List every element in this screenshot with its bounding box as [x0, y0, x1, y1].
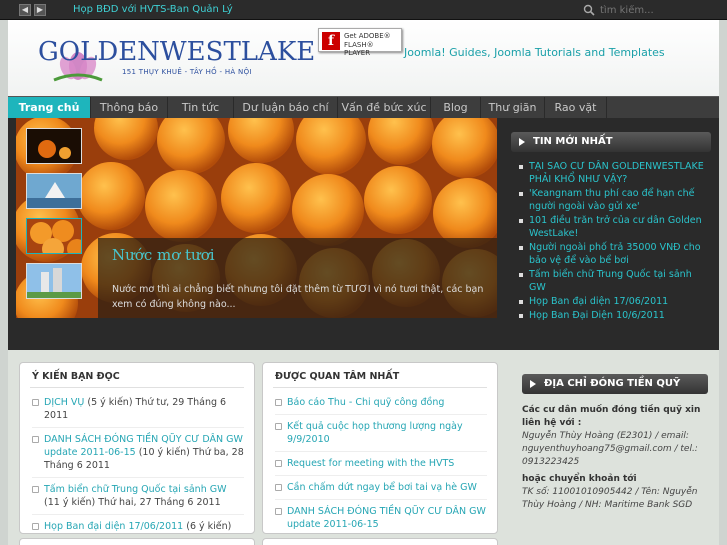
news-ticker[interactable]: Họp BĐD với HVTS-Ban Quản Lý: [73, 4, 233, 15]
document-icon: [32, 486, 39, 493]
popular-item: Báo cáo Thu - Chi quỹ công đồng: [275, 391, 487, 415]
comment-link[interactable]: Họp Ban đại diện 17/06/2011: [44, 521, 183, 532]
next-module-edge: [19, 538, 255, 545]
fund-address-header: ĐỊA CHỈ ĐÓNG TIỀN QUỸ: [522, 374, 708, 394]
latest-news-item[interactable]: Tấm biển chữ Trung Quốc tại sảnh GW: [511, 268, 711, 294]
divider: [30, 387, 244, 388]
search-box: [582, 3, 722, 17]
fund-alt: hoặc chuyển khoản tới: [522, 474, 637, 484]
next-module-edge: [262, 538, 498, 545]
document-icon: [32, 399, 39, 406]
menu-item-relax[interactable]: Thư giãn: [481, 97, 545, 118]
popular-link[interactable]: DANH SÁCH ĐÓNG TIỀN QŨY CƯ DÂN GW update…: [287, 506, 486, 530]
popular-link[interactable]: Báo cáo Thu - Chi quỹ công đồng: [287, 397, 444, 408]
document-icon: [275, 460, 282, 467]
latest-news-item[interactable]: Người ngoài phố trả 35000 VNĐ cho bảo vệ…: [511, 241, 711, 267]
menu-item-news[interactable]: Tin tức: [168, 97, 234, 118]
comment-item: DỊCH VỤ (5 ý kiến) Thứ tư, 29 Tháng 6 20…: [32, 391, 244, 428]
latest-news-title: TIN MỚI NHẤT: [533, 136, 613, 147]
slideshow[interactable]: Nước mơ tươi Nước mơ thì ai chẳng biết n…: [16, 118, 497, 318]
header-tagline[interactable]: Joomla! Guides, Joomla Tutorials and Tem…: [404, 46, 665, 59]
menu-item-blog[interactable]: Blog: [431, 97, 481, 118]
popular-list: Báo cáo Thu - Chi quỹ công đồng Kết quả …: [275, 391, 487, 533]
menu-item-announcements[interactable]: Thông báo: [91, 97, 168, 118]
flash-player-badge[interactable]: f Get ADOBE® FLASH® PLAYER: [318, 28, 402, 57]
document-icon: [275, 484, 282, 491]
flash-icon: f: [322, 32, 340, 50]
latest-news-list: TẠI SAO CƯ DÂN GOLDENWESTLAKE PHẢI KHỔ N…: [511, 160, 711, 322]
site-header: GOLDENWESTLAKE 151 THỤY KHUÊ - TÂY HỒ - …: [8, 20, 719, 96]
popular-title: ĐƯỢC QUAN TÂM NHẤT: [275, 371, 400, 382]
reader-comments-title: Ý KIẾN BẠN ĐỌC: [32, 371, 120, 382]
comment-link[interactable]: DỊCH VỤ: [44, 397, 84, 408]
comment-item: Tấm biển chữ Trung Quốc tại sảnh GW (11 …: [32, 478, 244, 515]
comment-meta: (11 ý kiến) Thứ hai, 27 Tháng 6 2011: [44, 497, 221, 508]
document-icon: [275, 423, 282, 430]
chevron-left-icon[interactable]: ◀: [19, 4, 31, 16]
menu-item-press[interactable]: Dư luận báo chí: [234, 97, 338, 118]
search-input[interactable]: [600, 3, 720, 17]
latest-news-item[interactable]: Họp Ban đại diện 17/06/2011: [511, 295, 711, 308]
featured-area: Nước mơ tươi Nước mơ thì ai chẳng biết n…: [8, 118, 719, 350]
slide-thumb-3[interactable]: [26, 218, 82, 254]
popular-link[interactable]: Request for meeting with the HVTS: [287, 458, 454, 469]
slide-caption-text: Nước mơ thì ai chẳng biết nhưng tôi đặt …: [112, 284, 484, 310]
document-icon: [32, 523, 39, 530]
menu-item-home[interactable]: Trang chủ: [8, 97, 91, 118]
slide-thumb-2[interactable]: [26, 173, 82, 209]
document-icon: [32, 436, 39, 443]
latest-news-header: TIN MỚI NHẤT: [511, 132, 711, 152]
reader-comments-list: DỊCH VỤ (5 ý kiến) Thứ tư, 29 Tháng 6 20…: [32, 391, 244, 533]
popular-module: ĐƯỢC QUAN TÂM NHẤT Báo cáo Thu - Chi quỹ…: [262, 362, 498, 534]
slide-thumb-4[interactable]: [26, 263, 82, 299]
document-icon: [275, 508, 282, 515]
latest-news-item[interactable]: Họp Ban Đại Diện 10/6/2011: [511, 309, 711, 322]
menu-item-classifieds[interactable]: Rao vặt: [545, 97, 607, 118]
slide-thumb-1[interactable]: [26, 128, 82, 164]
fund-account: TK số: 11001010905442 / Tên: Nguyễn Thùy…: [522, 487, 698, 510]
chevron-right-icon[interactable]: ▶: [34, 4, 46, 16]
fund-contact: Nguyễn Thùy Hoàng (E2301) / email: nguye…: [522, 431, 698, 467]
latest-news-item[interactable]: 101 điều trăn trở của cư dân Golden West…: [511, 214, 711, 240]
latest-news-panel: TIN MỚI NHẤT TẠI SAO CƯ DÂN GOLDENWESTLA…: [511, 132, 711, 332]
fund-intro: Các cư dân muốn đóng tiền quỹ xin liên h…: [522, 405, 701, 428]
slide-caption-title[interactable]: Nước mơ tươi: [112, 246, 215, 264]
comment-item: Họp Ban đại diện 17/06/2011 (6 ý kiến) T…: [32, 515, 244, 533]
reader-comments-module: Ý KIẾN BẠN ĐỌC DỊCH VỤ (5 ý kiến) Thứ tư…: [19, 362, 255, 534]
divider: [273, 387, 487, 388]
latest-news-item[interactable]: 'Keangnam thu phí cao để hạn chế người n…: [511, 187, 711, 213]
search-icon: [583, 4, 595, 16]
fund-address-title: ĐỊA CHỈ ĐÓNG TIỀN QUỸ: [544, 378, 681, 389]
fund-address-module: ĐỊA CHỈ ĐÓNG TIỀN QUỸ Các cư dân muốn đó…: [512, 362, 718, 545]
latest-news-item[interactable]: TẠI SAO CƯ DÂN GOLDENWESTLAKE PHẢI KHỔ N…: [511, 160, 711, 186]
popular-link[interactable]: Cần chấm dứt ngay bể bơi tai vạ hè GW: [287, 482, 477, 493]
slide-caption: Nước mơ tươi Nước mơ thì ai chẳng biết n…: [98, 238, 497, 318]
document-icon: [275, 399, 282, 406]
arrow-right-icon: [519, 138, 525, 146]
popular-item: Cần chấm dứt ngay bể bơi tai vạ hè GW: [275, 476, 487, 500]
flash-badge-line1: Get ADOBE®: [344, 32, 391, 40]
comment-link[interactable]: Tấm biển chữ Trung Quốc tại sảnh GW: [44, 484, 227, 495]
site-logo[interactable]: GOLDENWESTLAKE: [38, 37, 315, 67]
top-bar: ◀ ▶ Họp BĐD với HVTS-Ban Quản Lý: [0, 0, 727, 20]
site-address: 151 THỤY KHUÊ - TÂY HỒ - HÀ NỘI: [122, 68, 252, 76]
menu-item-issues[interactable]: Vấn đề bức xúc: [338, 97, 431, 118]
fund-address-body: Các cư dân muốn đóng tiền quỹ xin liên h…: [522, 404, 708, 512]
popular-item: DANH SÁCH ĐÓNG TIỀN QŨY CƯ DÂN GW update…: [275, 500, 487, 533]
popular-link[interactable]: Kết quả cuộc họp thương lượng ngày 9/9/2…: [287, 421, 463, 445]
popular-item: Kết quả cuộc họp thương lượng ngày 9/9/2…: [275, 415, 487, 452]
main-menu: Trang chủ Thông báo Tin tức Dư luận báo …: [8, 96, 719, 118]
comment-item: DANH SÁCH ĐÓNG TIỀN QŨY CƯ DÂN GW update…: [32, 428, 244, 478]
popular-item: Request for meeting with the HVTS: [275, 452, 487, 476]
arrow-right-icon: [530, 380, 536, 388]
flash-badge-line2: FLASH® PLAYER: [344, 41, 374, 57]
